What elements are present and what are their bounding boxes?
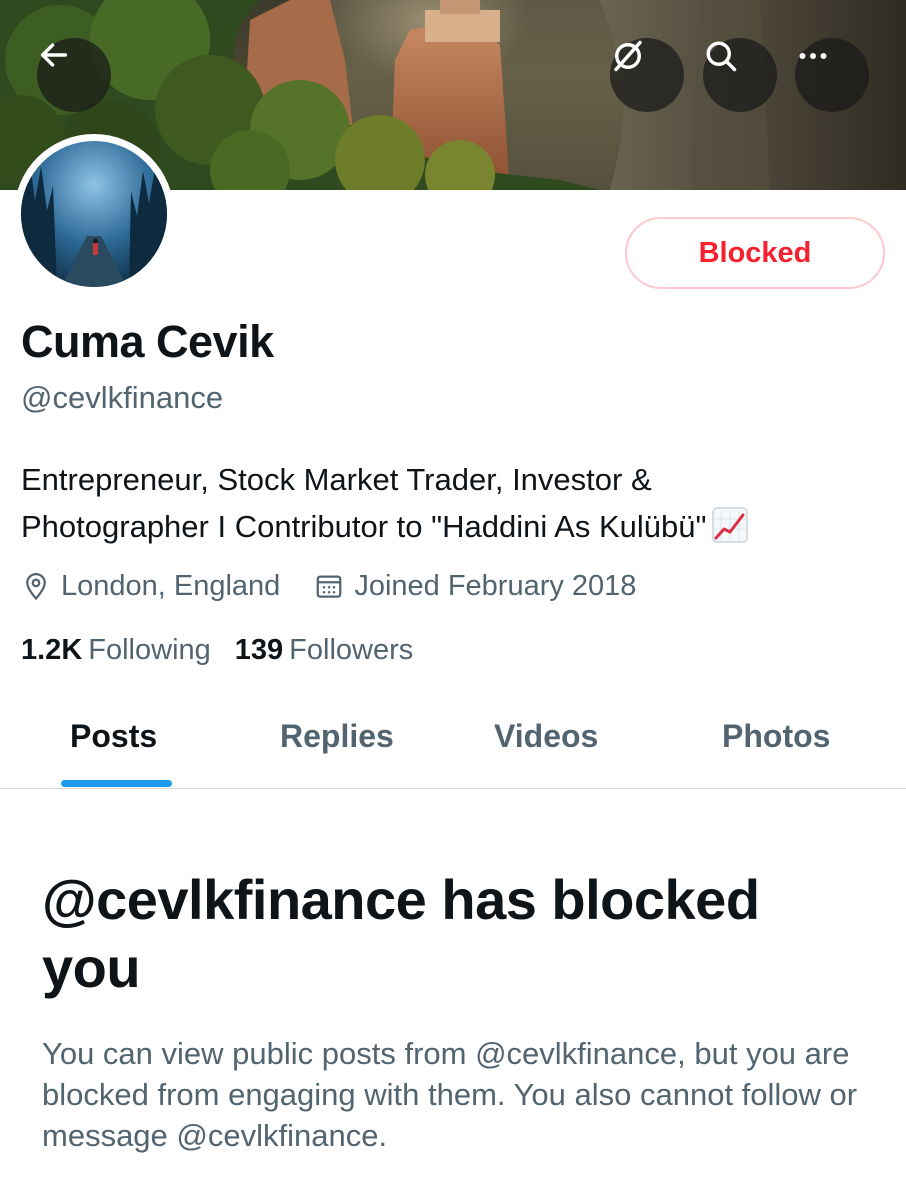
- more-horizontal-icon: [799, 53, 827, 59]
- profile-tabs: Posts Replies Videos Photos: [0, 700, 906, 789]
- search-icon: [706, 41, 737, 72]
- profile-bio: Entrepreneur, Stock Market Trader, Inves…: [21, 456, 881, 556]
- followers-count: 139: [234, 634, 284, 666]
- bio-line-2-text: Photographer I Contributor to "Haddini A…: [21, 509, 707, 544]
- search-button[interactable]: [703, 38, 777, 112]
- profile-handle: @cevlkfinance: [21, 380, 224, 415]
- followers-label: Followers: [289, 634, 414, 666]
- location-text: London, England: [61, 569, 281, 602]
- chart-increasing-icon: [712, 507, 749, 556]
- bio-line-2: Photographer I Contributor to "Haddini A…: [21, 503, 881, 556]
- avatar-image: [21, 141, 167, 287]
- location-item: London, England: [21, 570, 280, 603]
- joined-text: Joined February 2018: [354, 569, 637, 602]
- following-count: 1.2K: [21, 634, 83, 666]
- profile-stats: 1.2K Following 139 Followers: [21, 634, 413, 667]
- bio-line-1: Entrepreneur, Stock Market Trader, Inves…: [21, 462, 652, 497]
- joined-item: Joined February 2018: [314, 570, 636, 603]
- calendar-icon: [316, 575, 342, 598]
- blocked-notice-description: You can view public posts from @cevlkfin…: [42, 1036, 858, 1153]
- followers-link[interactable]: 139 Followers: [235, 634, 413, 667]
- more-button[interactable]: [795, 38, 869, 112]
- blocked-notice-title: @cevlkfinance has blocked you: [42, 868, 760, 999]
- grok-button[interactable]: [610, 38, 684, 112]
- avatar[interactable]: [14, 134, 174, 294]
- tab-replies[interactable]: Replies: [280, 718, 394, 755]
- profile-meta: London, England Joined February 2018: [21, 566, 636, 606]
- back-button[interactable]: [37, 38, 111, 112]
- following-label: Following: [88, 634, 211, 666]
- tab-photos[interactable]: Photos: [722, 718, 830, 755]
- profile-name: Cuma Cevik: [21, 316, 274, 367]
- arrow-left-icon: [40, 43, 68, 67]
- location-pin-icon: [26, 573, 46, 601]
- following-link[interactable]: 1.2K Following: [21, 634, 211, 667]
- tab-posts[interactable]: Posts: [70, 718, 157, 755]
- grok-icon: [614, 40, 642, 72]
- tab-videos[interactable]: Videos: [494, 718, 598, 755]
- blocked-button[interactable]: Blocked: [625, 217, 885, 289]
- active-tab-indicator: [61, 780, 172, 787]
